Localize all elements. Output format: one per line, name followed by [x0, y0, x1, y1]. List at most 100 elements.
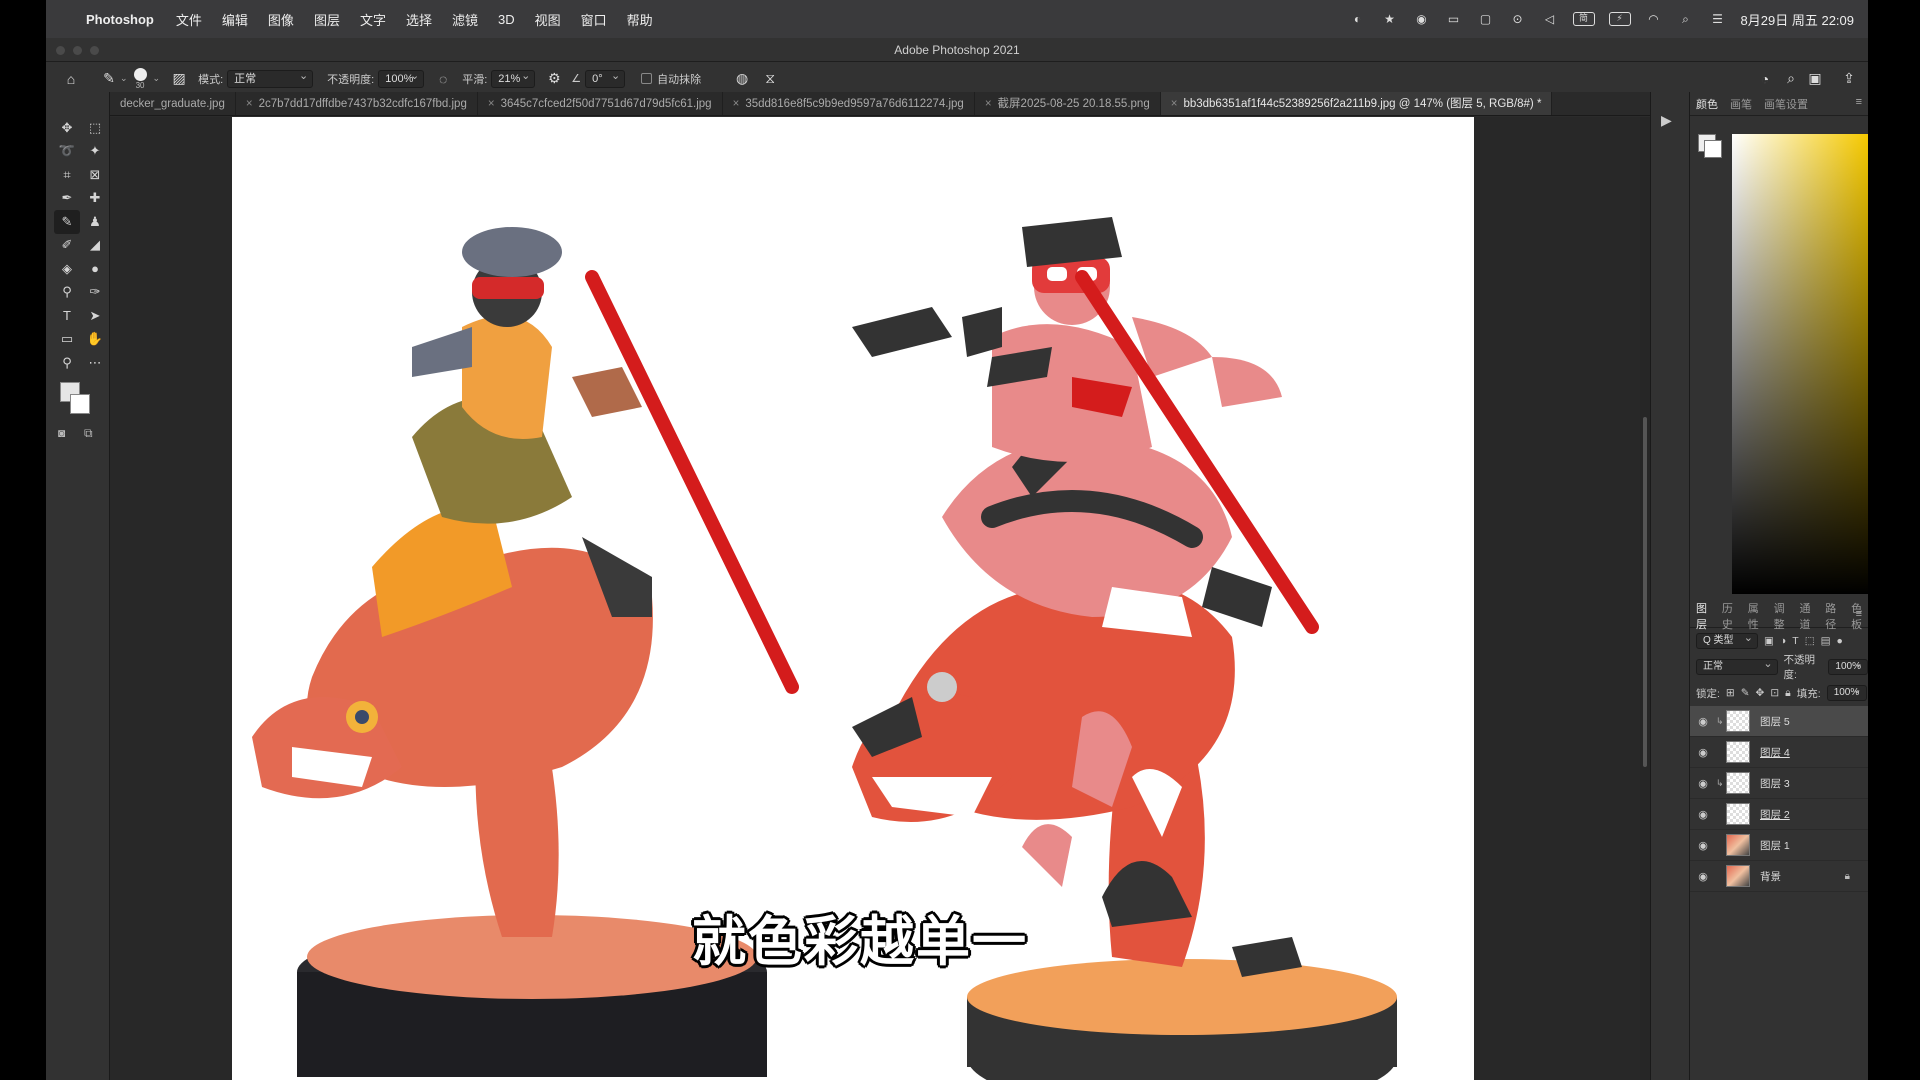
lasso-tool-icon[interactable]: ➰	[54, 140, 80, 164]
input-method-icon[interactable]: 简	[1572, 12, 1595, 26]
tab-paths[interactable]: 路径	[1825, 600, 1842, 632]
menu-help[interactable]: 帮助	[627, 10, 653, 29]
menu-select[interactable]: 选择	[406, 10, 432, 29]
tab-channels[interactable]: 通道	[1799, 600, 1816, 632]
filter-shape-icon[interactable]: ⬚	[1805, 635, 1815, 647]
auto-erase-checkbox[interactable]	[641, 73, 653, 84]
screen-mode-icon[interactable]: ⧉	[84, 426, 93, 441]
layer-name[interactable]: 图层 1	[1760, 838, 1790, 853]
visibility-eye-icon[interactable]: ◉	[1690, 808, 1716, 821]
lock-artboard-icon[interactable]: ⊡	[1770, 687, 1779, 699]
brush-chevron-icon[interactable]: ⌄	[153, 73, 161, 84]
symmetry-icon[interactable]: ⧖	[759, 68, 781, 90]
layers-panel-menu-icon[interactable]: ≡	[1856, 608, 1862, 620]
opacity-input[interactable]: 100%	[378, 68, 425, 88]
brush-tool-icon[interactable]: ✎	[54, 210, 80, 234]
type-tool-icon[interactable]: T	[54, 304, 80, 328]
close-tab-icon[interactable]: ×	[488, 98, 495, 110]
brush-settings-icon[interactable]: ▨	[168, 68, 190, 90]
panel-menu-icon[interactable]: ≡	[1856, 96, 1862, 108]
brush-size-picker[interactable]: 30	[133, 67, 147, 90]
search-icon-options[interactable]: ⌕	[1780, 68, 1802, 90]
visibility-eye-icon[interactable]: ◉	[1690, 715, 1716, 728]
stamp-tool-icon[interactable]: ♟	[82, 210, 108, 234]
layer-name[interactable]: 背景	[1760, 869, 1781, 884]
layer-name[interactable]: 图层 5	[1760, 714, 1790, 729]
star-icon[interactable]: ★	[1381, 12, 1399, 26]
menu-layer[interactable]: 图层	[314, 10, 340, 29]
hand-tool-icon[interactable]: ✋	[82, 328, 108, 352]
tab-layers[interactable]: 图层	[1696, 600, 1713, 632]
doc-tab[interactable]: × 3645c7cfced2f50d7751d67d79d5fc61.jpg	[478, 92, 723, 115]
share-user-icon[interactable]: ◔	[1754, 68, 1776, 90]
menu-edit[interactable]: 编辑	[222, 10, 248, 29]
window-icon[interactable]: ▭	[1445, 12, 1463, 26]
layer-opacity-input[interactable]: 100%	[1828, 657, 1868, 675]
filter-toggle-icon[interactable]: ●	[1837, 635, 1843, 647]
path-select-tool-icon[interactable]: ➤	[82, 304, 108, 328]
layer-name[interactable]: 图层 3	[1760, 776, 1790, 791]
home-icon[interactable]: ⌂	[60, 68, 82, 90]
tab-adjustments[interactable]: 调整	[1774, 600, 1791, 632]
eraser-tool-icon[interactable]: ◢	[82, 234, 108, 258]
menu-app-name[interactable]: Photoshop	[86, 12, 154, 27]
filter-pixel-icon[interactable]: ▣	[1764, 635, 1774, 647]
visibility-eye-icon[interactable]: ◉	[1690, 746, 1716, 759]
brush-preset-icon[interactable]: ✎	[98, 68, 120, 90]
auto-erase-control[interactable]: 自动抹除	[641, 71, 701, 87]
background-color[interactable]	[70, 394, 90, 414]
frame-tool-icon[interactable]: ⊠	[82, 163, 108, 187]
search-icon[interactable]: ⌕	[1677, 12, 1695, 26]
clock[interactable]: 8月29日 周五 22:09	[1741, 10, 1854, 29]
marquee-tool-icon[interactable]: ⬚	[82, 116, 108, 140]
menu-file[interactable]: 文件	[176, 10, 202, 29]
blend-mode-select[interactable]: 正常	[1696, 657, 1778, 675]
screens-icon[interactable]: ▢	[1477, 12, 1495, 26]
mute-icon[interactable]: ◁	[1541, 12, 1559, 26]
wifi-icon[interactable]: ◠	[1645, 12, 1663, 26]
close-tab-icon[interactable]: ×	[733, 98, 740, 110]
layer-row[interactable]: ◉ 背景 🔒︎	[1690, 861, 1868, 892]
pressure-opacity-icon[interactable]: ◌	[432, 68, 454, 90]
move-tool-icon[interactable]: ✥	[54, 116, 80, 140]
layer-row[interactable]: ◉ 图层 1	[1690, 830, 1868, 861]
document-canvas[interactable]: 就色彩越单一	[232, 117, 1474, 1080]
layer-row[interactable]: ◉ ↳ 图层 3	[1690, 768, 1868, 799]
tab-color[interactable]: 颜色	[1696, 96, 1718, 112]
minimize-window-button[interactable]	[73, 46, 82, 55]
layer-name[interactable]: 图层 4	[1760, 745, 1790, 760]
lock-transparent-icon[interactable]: ⊞	[1726, 687, 1735, 699]
color-swatches[interactable]	[60, 382, 100, 422]
preset-chevron-icon[interactable]: ⌄	[120, 73, 128, 84]
bucket-tool-icon[interactable]: ◈	[54, 257, 80, 281]
tab-brush-settings[interactable]: 画笔设置	[1764, 96, 1808, 112]
tab-properties[interactable]: 属性	[1748, 600, 1765, 632]
scrollbar-thumb[interactable]	[1643, 417, 1647, 767]
color-picker-field[interactable]	[1732, 134, 1868, 594]
rectangle-tool-icon[interactable]: ▭	[54, 328, 80, 352]
pen-tool-icon[interactable]: ✑	[82, 281, 108, 305]
eyedropper-tool-icon[interactable]: ✒	[54, 187, 80, 211]
layer-filter-select[interactable]: Q 类型	[1696, 631, 1758, 649]
doc-tab-active[interactable]: × bb3db6351af1f44c52389256f2a211b9.jpg @ …	[1160, 92, 1553, 115]
healing-tool-icon[interactable]: ✚	[82, 187, 108, 211]
tab-history[interactable]: 历史	[1722, 600, 1739, 632]
visibility-eye-icon[interactable]: ◉	[1690, 777, 1716, 790]
menu-filter[interactable]: 滤镜	[452, 10, 478, 29]
record-icon[interactable]: ⊙	[1509, 12, 1527, 26]
history-brush-tool-icon[interactable]: ✐	[54, 234, 80, 258]
globe-icon[interactable]: ◉	[1413, 12, 1431, 26]
share-icon[interactable]: ⇪	[1838, 68, 1860, 90]
tab-brushes[interactable]: 画笔	[1730, 96, 1752, 112]
lock-position-icon[interactable]: ✥	[1756, 687, 1765, 699]
dodge-tool-icon[interactable]: ⚲	[54, 281, 80, 305]
play-actions-icon[interactable]: ▶	[1661, 112, 1672, 129]
lock-all-icon[interactable]: 🔒︎	[1785, 687, 1791, 700]
angle-input[interactable]: 0°	[585, 68, 626, 88]
doc-tab[interactable]: × 截屏2025-08-25 20.18.55.png	[975, 92, 1161, 115]
zoom-tool-icon[interactable]: ⚲	[54, 351, 80, 375]
doc-tab[interactable]: decker_graduate.jpg	[110, 92, 236, 115]
magic-wand-tool-icon[interactable]: ✦	[82, 140, 108, 164]
layer-name[interactable]: 图层 2	[1760, 807, 1790, 822]
layer-row[interactable]: ◉ 图层 4	[1690, 737, 1868, 768]
